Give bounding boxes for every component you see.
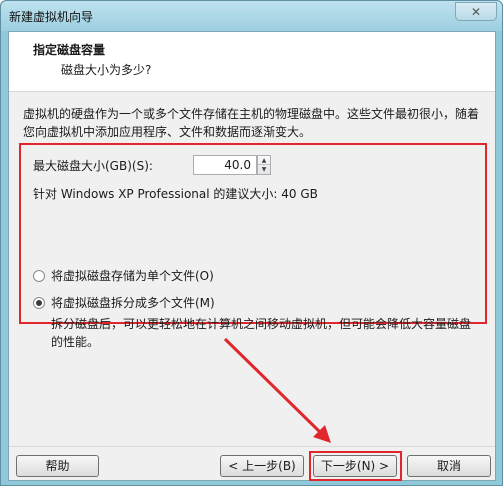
wizard-window: 新建虚拟机向导 ✕ 指定磁盘容量 磁盘大小为多少? 虚拟机的硬盘作为一个或多个文… — [0, 0, 503, 486]
arrow-shaft — [223, 337, 325, 437]
annotation-arrow — [223, 337, 331, 443]
